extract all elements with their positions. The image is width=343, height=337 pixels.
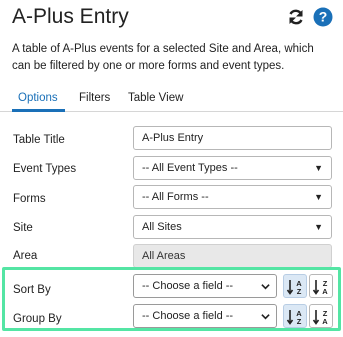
tab-filters[interactable]: Filters	[79, 92, 110, 104]
forms-select[interactable]: -- All Forms -- ▼	[133, 185, 332, 209]
event-types-select[interactable]: -- All Event Types -- ▼	[133, 156, 332, 180]
caret-down-icon: ▼	[314, 192, 323, 202]
help-icon[interactable]: ?	[313, 7, 333, 27]
page-title: A-Plus Entry	[12, 5, 129, 28]
caret-down-icon: ▼	[314, 163, 323, 173]
tab-options[interactable]: Options	[18, 92, 58, 104]
tab-bar: Options Filters Table View	[0, 88, 343, 112]
table-title-input[interactable]: A-Plus Entry	[133, 126, 332, 150]
site-label: Site	[13, 222, 33, 234]
caret-down-icon: ▼	[314, 222, 323, 232]
refresh-icon[interactable]	[286, 7, 306, 27]
area-label: Area	[13, 250, 38, 262]
page-description: A table of A-Plus events for a selected …	[12, 43, 314, 72]
table-title-label: Table Title	[13, 134, 65, 146]
active-tab-indicator	[12, 109, 65, 112]
forms-label: Forms	[13, 193, 46, 205]
site-select[interactable]: All Sites ▼	[133, 215, 332, 239]
sort-group-highlight	[2, 267, 341, 331]
svg-text:?: ?	[319, 9, 328, 25]
site-value: All Sites	[142, 221, 182, 233]
tab-table-view[interactable]: Table View	[128, 92, 183, 104]
forms-value: -- All Forms --	[142, 191, 209, 203]
event-types-label: Event Types	[13, 163, 77, 175]
event-types-value: -- All Event Types --	[142, 162, 238, 174]
area-field: All Areas	[133, 244, 332, 268]
